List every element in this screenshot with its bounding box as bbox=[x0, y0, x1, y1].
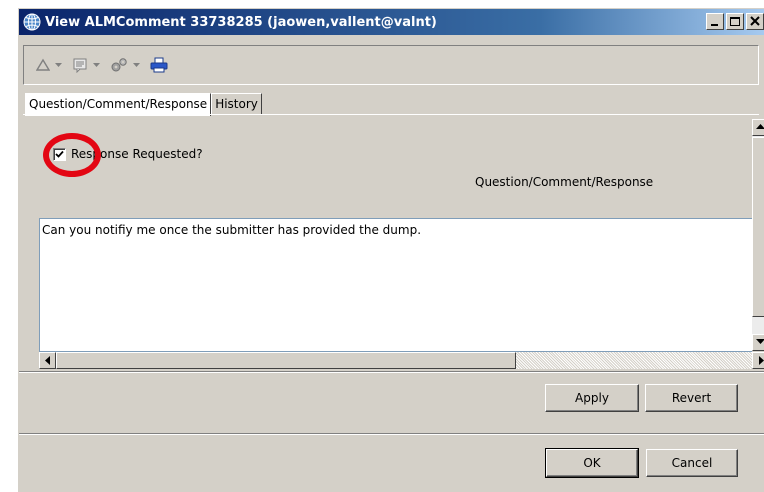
print-button[interactable] bbox=[150, 57, 168, 73]
scroll-down-button[interactable] bbox=[752, 334, 764, 351]
revert-button[interactable]: Revert bbox=[645, 384, 738, 412]
title-buttons bbox=[704, 13, 764, 30]
comment-field-label: Question/Comment/Response bbox=[475, 175, 654, 189]
delta-dropdown[interactable] bbox=[36, 58, 62, 72]
title-bar[interactable]: View ALMComment 33738285 (jaowen,vallent… bbox=[19, 9, 764, 35]
maximize-icon bbox=[730, 17, 740, 26]
tab-strip: Question/Comment/Response History bbox=[25, 93, 262, 116]
tab-question-comment-response[interactable]: Question/Comment/Response bbox=[25, 93, 212, 116]
comment-textarea[interactable]: Can you notifiy me once the submitter ha… bbox=[39, 218, 752, 352]
arrow-up-icon bbox=[756, 124, 764, 129]
globe-app-icon bbox=[23, 13, 41, 31]
horizontal-scroll-thumb[interactable] bbox=[56, 352, 516, 369]
scroll-left-button[interactable] bbox=[39, 352, 56, 369]
printer-icon bbox=[150, 57, 168, 73]
ok-button[interactable]: OK bbox=[545, 448, 639, 478]
scroll-right-button[interactable] bbox=[752, 352, 764, 369]
toolbar bbox=[23, 45, 759, 85]
gears-icon bbox=[111, 58, 127, 72]
arrow-left-icon bbox=[45, 356, 50, 365]
scroll-up-button[interactable] bbox=[752, 119, 764, 136]
comment-dropdown[interactable] bbox=[72, 57, 100, 73]
tab-divider bbox=[23, 114, 759, 115]
apply-button[interactable]: Apply bbox=[545, 384, 639, 412]
dropdown-arrow-icon bbox=[93, 63, 100, 67]
arrow-down-icon bbox=[756, 339, 764, 344]
footer-separator bbox=[19, 433, 764, 435]
minimize-button[interactable] bbox=[706, 13, 724, 30]
maximize-button[interactable] bbox=[726, 13, 744, 30]
tab-history[interactable]: History bbox=[211, 93, 262, 115]
cancel-button[interactable]: Cancel bbox=[646, 449, 738, 477]
comment-icon bbox=[73, 58, 87, 73]
horizontal-scrollbar[interactable] bbox=[39, 352, 764, 369]
annotation-circle bbox=[43, 133, 101, 177]
minimize-icon bbox=[711, 24, 718, 26]
close-button[interactable] bbox=[746, 13, 764, 30]
close-icon bbox=[750, 16, 760, 26]
almcomment-window: View ALMComment 33738285 (jaowen,vallent… bbox=[18, 8, 764, 492]
dropdown-arrow-icon bbox=[55, 63, 62, 67]
panel-separator bbox=[19, 371, 764, 373]
window-title: View ALMComment 33738285 (jaowen,vallent… bbox=[45, 14, 437, 30]
delta-icon bbox=[36, 58, 50, 71]
vertical-scroll-thumb[interactable] bbox=[752, 137, 764, 317]
dropdown-arrow-icon bbox=[133, 63, 140, 67]
gears-dropdown[interactable] bbox=[110, 57, 140, 73]
arrow-right-icon bbox=[759, 356, 764, 365]
vertical-scrollbar[interactable] bbox=[752, 119, 764, 351]
